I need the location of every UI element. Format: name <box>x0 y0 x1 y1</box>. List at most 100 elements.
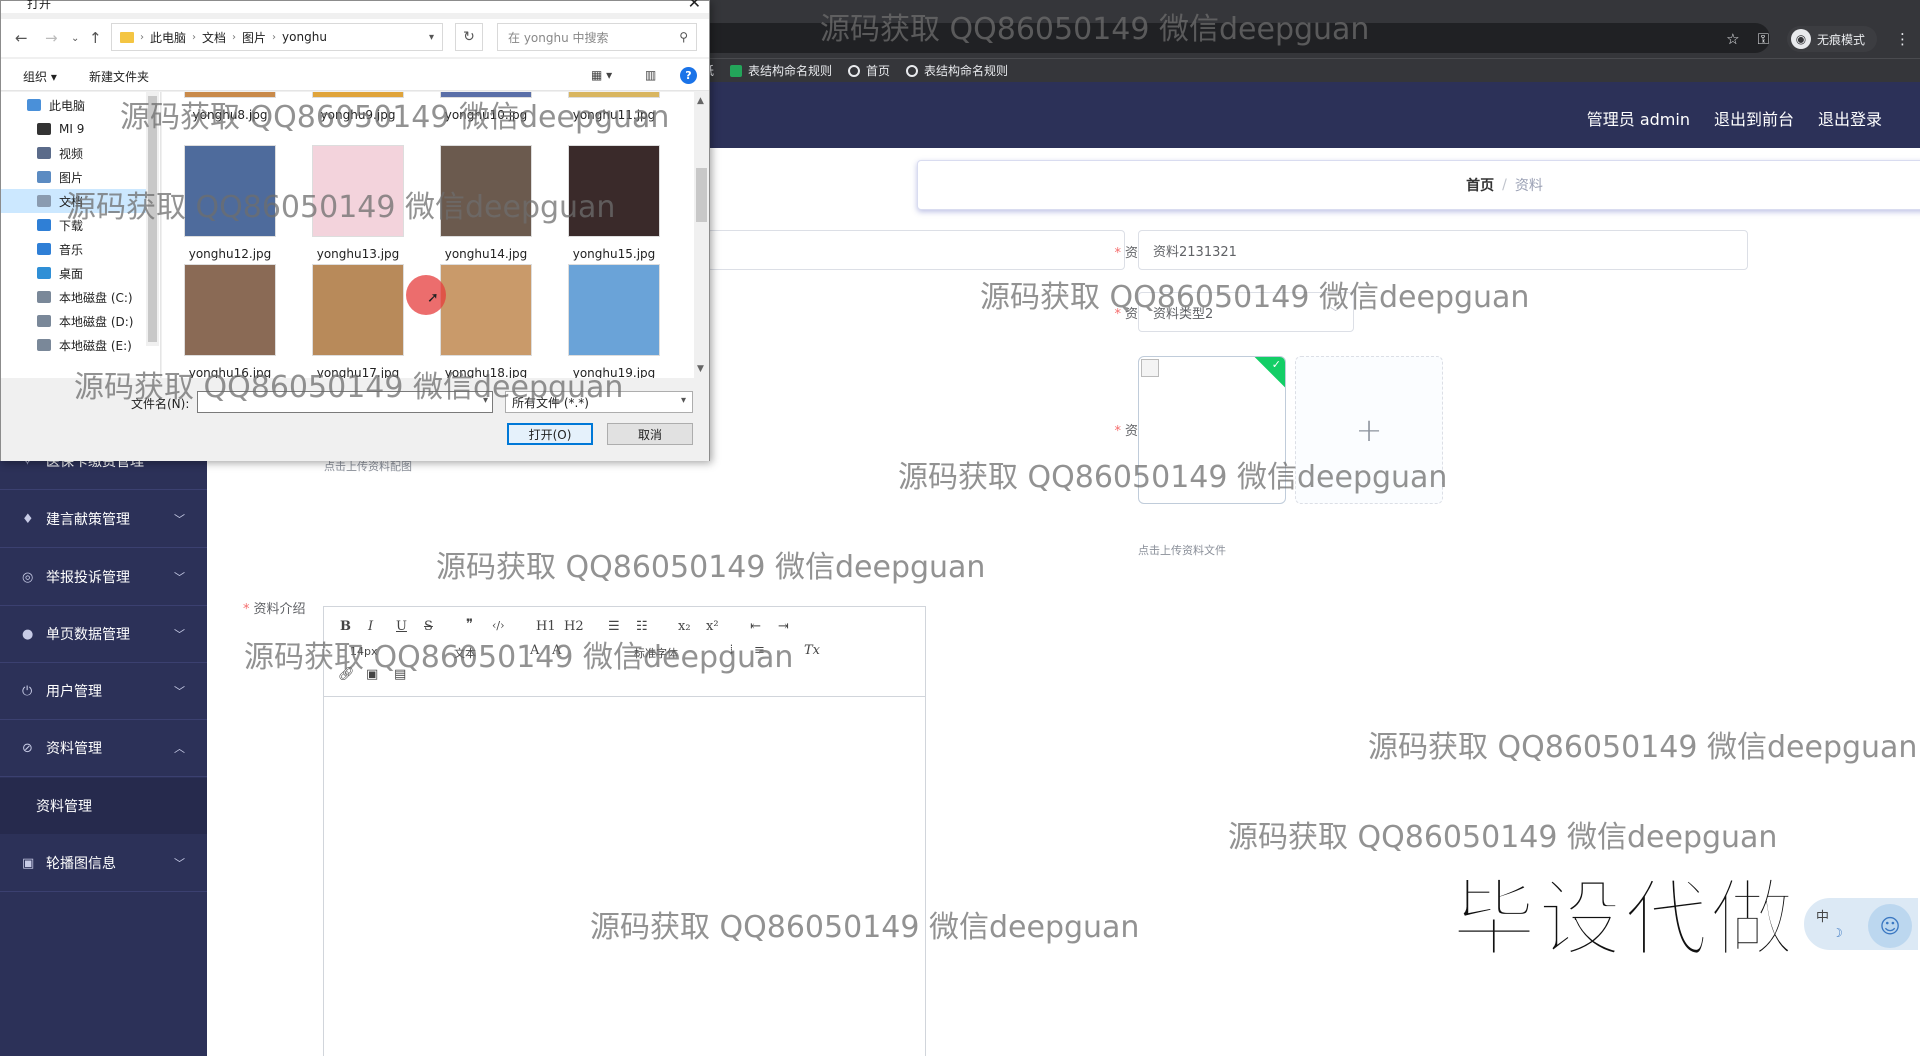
chevron-down-icon: ﹀ <box>174 513 185 526</box>
submenu-item-label: 资料管理 <box>36 799 92 815</box>
tree-item[interactable]: 视频 <box>1 141 156 165</box>
breadcrumb: 首页 / 资料 <box>917 160 1920 210</box>
bookmark-item[interactable]: 表结构命名规则 <box>730 62 832 79</box>
tree-item-label: MI 9 <box>59 122 85 136</box>
sidebar-item-label: 轮播图信息 <box>46 856 116 872</box>
tree-item-label: 本地磁盘 (C:) <box>59 290 133 305</box>
ime-indicator[interactable]: 中 ☽ ☺ <box>1802 896 1920 952</box>
chevron-down-icon: ﹀ <box>174 628 185 641</box>
help-icon[interactable]: ? <box>680 67 697 84</box>
file-name: yonghu14.jpg <box>444 247 528 261</box>
dialog-search-input[interactable]: 在 yonghu 中搜索 ⚲ <box>497 23 697 51</box>
folder-icon <box>37 171 51 183</box>
bookmark-item[interactable]: 首页 <box>848 62 890 79</box>
dialog-address-bar[interactable]: › 此电脑 › 文档 › 图片 › yonghu ▾ <box>111 23 443 51</box>
dialog-title: 打开 <box>27 0 52 11</box>
scroll-thumb[interactable] <box>696 168 707 222</box>
clear-format-button[interactable]: Tx <box>804 643 820 658</box>
sidebar-item-carousel[interactable]: ▣ 轮播图信息 ﹀ <box>0 835 207 892</box>
sidebar-item-label: 举报投诉管理 <box>46 570 130 586</box>
scroll-down-icon[interactable]: ▼ <box>697 364 704 374</box>
star-icon[interactable]: ☆ <box>1726 30 1739 48</box>
click-indicator <box>406 275 446 315</box>
sidebar-item-suggestions[interactable]: ♦ 建言献策管理 ﹀ <box>0 491 207 548</box>
organize-button[interactable]: 组织 ▾ <box>23 68 57 85</box>
back-arrow-icon[interactable]: ← <box>15 29 28 47</box>
path-segment[interactable]: yonghu <box>282 30 327 44</box>
path-segment[interactable]: 图片 <box>242 29 266 46</box>
sidebar-item-single-page[interactable]: ● 单页数据管理 ﹀ <box>0 606 207 663</box>
incognito-badge[interactable]: ◉ 无痕模式 <box>1786 26 1877 52</box>
tree-item[interactable]: 桌面 <box>1 261 156 285</box>
watermark: 源码获取 QQ86050149 微信deepguan <box>590 910 1140 945</box>
compass-icon: ⊘ <box>22 740 33 756</box>
quote-button[interactable]: ❞ <box>466 617 473 632</box>
name-input-value: 资料2131321 <box>1153 244 1237 260</box>
forward-arrow-icon[interactable]: → <box>45 29 58 47</box>
ime-mascot-icon: ☺ <box>1868 904 1912 948</box>
watermark: 源码获取 QQ86050149 微信deepguan <box>820 12 1370 47</box>
promo-watermark: 毕设代做 <box>1451 869 1797 969</box>
breadcrumb-home[interactable]: 首页 <box>1466 175 1494 195</box>
file-upload-tip: 点击上传资料文件 <box>1138 544 1226 557</box>
watermark: 源码获取 QQ86050149 微信deepguan <box>436 550 986 585</box>
admin-label: 管理员 admin <box>1586 110 1690 129</box>
dialog-title-bar: 打开 ✕ <box>1 0 709 13</box>
up-arrow-icon[interactable]: ↑ <box>89 29 102 47</box>
submenu-item-materials[interactable]: 资料管理 <box>0 778 207 834</box>
file-thumbnail <box>312 264 404 356</box>
tree-item[interactable]: 本地磁盘 (D:) <box>1 309 156 333</box>
tree-item[interactable]: 本地磁盘 (E:) <box>1 333 156 357</box>
chevron-down-icon[interactable]: ▾ <box>429 32 434 43</box>
name-input[interactable]: 资料2131321 <box>1138 230 1748 270</box>
bookmark-item[interactable]: 表结构命名规则 <box>906 62 1008 79</box>
intro-label: * 资料介绍 <box>243 602 306 617</box>
view-options-icon[interactable]: ▦ ▾ <box>591 68 612 82</box>
file-thumbnail <box>440 264 532 356</box>
path-segment[interactable]: 文档 <box>202 29 226 46</box>
close-icon[interactable]: ✕ <box>688 0 701 12</box>
tree-item-label: 本地磁盘 (D:) <box>59 314 134 329</box>
logout-link[interactable]: 退出登录 <box>1818 106 1882 130</box>
watermark: 源码获取 QQ86050149 微信deepguan <box>120 100 670 135</box>
incognito-icon: ◉ <box>1790 29 1811 49</box>
scroll-up-icon[interactable]: ▲ <box>697 96 704 106</box>
file-name: yonghu12.jpg <box>188 247 272 261</box>
tree-item[interactable]: 音乐 <box>1 237 156 261</box>
recent-dropdown-icon[interactable]: ⌄ <box>71 33 79 44</box>
files-scrollbar[interactable]: ▲ ▼ <box>694 92 709 378</box>
new-folder-button[interactable]: 新建文件夹 <box>89 68 149 85</box>
folder-icon <box>37 195 51 207</box>
file-tile[interactable]: yonghu16.jpg <box>170 264 290 378</box>
check-icon: ✓ <box>1271 358 1281 371</box>
code-button[interactable]: ‹/› <box>492 619 505 632</box>
search-placeholder: 在 yonghu 中搜索 <box>508 30 609 45</box>
sidebar-item-materials[interactable]: ⊘ 资料管理 ︿ <box>0 720 207 777</box>
file-tile[interactable]: yonghu17.jpg <box>298 264 418 378</box>
globe-icon <box>906 64 919 77</box>
exit-to-front-link[interactable]: 退出到前台 <box>1714 106 1794 130</box>
watermark: 源码获取 QQ86050149 微信deepguan <box>74 370 624 405</box>
preview-pane-icon[interactable]: ▥ <box>645 68 656 82</box>
folder-icon <box>37 267 51 279</box>
tree-item[interactable]: 本地磁盘 (C:) <box>1 285 156 309</box>
refresh-button[interactable]: ↻ <box>455 23 483 51</box>
chevron-down-icon: ﹀ <box>174 685 185 698</box>
open-button[interactable]: 打开(O) <box>507 423 593 445</box>
tree-item-label: 桌面 <box>59 266 84 281</box>
menu-dots-icon[interactable]: ⋮ <box>1895 30 1910 48</box>
cancel-button[interactable]: 取消 <box>607 423 693 445</box>
sidebar-item-label: 用户管理 <box>46 684 102 700</box>
sidebar-item-users[interactable]: ⏻ 用户管理 ﹀ <box>0 663 207 720</box>
file-tile[interactable]: yonghu18.jpg <box>426 264 546 378</box>
incognito-label: 无痕模式 <box>1816 32 1865 47</box>
image-icon: ▣ <box>22 855 35 871</box>
file-name: yonghu13.jpg <box>316 247 400 261</box>
path-segment[interactable]: 此电脑 <box>150 29 186 46</box>
watermark: 源码获取 QQ86050149 微信deepguan <box>244 640 794 675</box>
sidebar-item-label: 资料管理 <box>46 741 102 757</box>
key-icon[interactable]: ⚿ <box>1758 30 1769 48</box>
watermark: 源码获取 QQ86050149 微信deepguan <box>66 190 616 225</box>
sidebar-item-complaints[interactable]: ◎ 举报投诉管理 ﹀ <box>0 549 207 606</box>
file-tile[interactable]: yonghu19.jpg <box>554 264 674 378</box>
